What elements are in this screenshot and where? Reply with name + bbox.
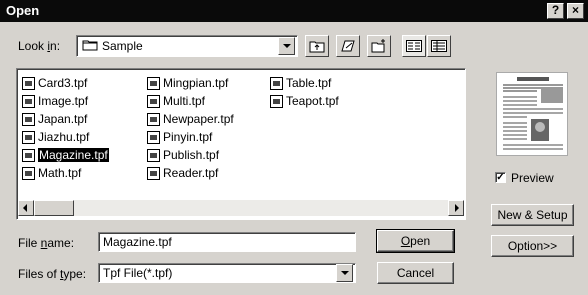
file-item[interactable]: Publish.tpf <box>147 147 219 163</box>
scroll-right-button[interactable] <box>448 200 464 216</box>
document-icon <box>147 94 160 108</box>
document-icon <box>22 130 35 144</box>
chevron-down-icon <box>341 271 349 275</box>
help-button[interactable]: ? <box>547 3 564 19</box>
file-item[interactable]: Image.tpf <box>22 93 88 109</box>
scroll-thumb[interactable] <box>34 200 74 216</box>
file-item[interactable]: Teapot.tpf <box>270 93 339 109</box>
details-view-icon <box>431 40 447 52</box>
look-in-value: Sample <box>102 39 143 53</box>
file-item[interactable]: Newpaper.tpf <box>147 111 234 127</box>
file-name-input[interactable]: Magazine.tpf <box>98 232 356 252</box>
open-button[interactable]: Open <box>376 229 455 253</box>
document-icon <box>147 148 160 162</box>
document-icon <box>270 76 283 90</box>
new-setup-button[interactable]: New & Setup <box>491 204 574 226</box>
file-type-select[interactable]: Tpf File(*.tpf) <box>98 263 356 283</box>
new-folder-button[interactable] <box>367 35 391 57</box>
file-type-label: Files of type: <box>18 267 87 281</box>
up-folder-button[interactable] <box>305 35 329 57</box>
document-icon <box>147 112 160 126</box>
list-view-button[interactable] <box>402 35 426 57</box>
scroll-left-button[interactable] <box>18 200 34 216</box>
favorites-button[interactable] <box>336 35 360 57</box>
list-view-icon <box>406 40 422 52</box>
file-item[interactable]: Jiazhu.tpf <box>22 129 89 145</box>
file-type-dropdown-button[interactable] <box>336 264 353 282</box>
options-button[interactable]: Option>> <box>491 235 574 257</box>
file-type-value: Tpf File(*.tpf) <box>103 266 173 280</box>
file-item[interactable]: Multi.tpf <box>147 93 205 109</box>
look-in-dropdown-button[interactable] <box>278 37 295 55</box>
magazine-preview-image <box>497 73 567 155</box>
favorites-icon <box>341 40 355 52</box>
document-icon <box>147 76 160 90</box>
close-button[interactable]: × <box>567 3 584 19</box>
details-view-button[interactable] <box>427 35 451 57</box>
document-icon <box>147 166 160 180</box>
preview-thumbnail <box>496 72 568 156</box>
file-item[interactable]: Mingpian.tpf <box>147 75 228 91</box>
new-folder-icon <box>371 39 385 53</box>
up-folder-icon <box>309 41 325 53</box>
file-list[interactable]: Card3.tpf Image.tpf Japan.tpf Jiazhu.tpf… <box>16 68 466 220</box>
look-in-label: Look in: <box>18 39 61 53</box>
file-item-selected[interactable]: Magazine.tpf <box>22 147 110 163</box>
look-in-combo[interactable]: Sample <box>76 35 298 57</box>
title-bar[interactable]: Open ? × <box>0 0 588 22</box>
document-icon <box>22 148 35 162</box>
document-icon <box>22 166 35 180</box>
file-item[interactable]: Reader.tpf <box>147 165 218 181</box>
preview-checkbox[interactable]: ✓ <box>495 172 506 183</box>
chevron-down-icon <box>283 44 291 48</box>
document-icon <box>270 94 283 108</box>
document-icon <box>147 130 160 144</box>
window-title: Open <box>6 3 40 18</box>
file-item[interactable]: Card3.tpf <box>22 75 87 91</box>
preview-label: Preview <box>511 171 554 185</box>
document-icon <box>22 76 35 90</box>
document-icon <box>22 112 35 126</box>
document-icon <box>22 94 35 108</box>
horizontal-scrollbar[interactable] <box>18 200 464 216</box>
cancel-button[interactable]: Cancel <box>377 262 454 284</box>
file-name-label: File name: <box>18 236 75 250</box>
file-item[interactable]: Table.tpf <box>270 75 331 91</box>
file-item[interactable]: Pinyin.tpf <box>147 129 212 145</box>
folder-icon <box>82 39 98 51</box>
arrow-left-icon <box>23 204 27 212</box>
arrow-right-icon <box>455 204 459 212</box>
file-item[interactable]: Japan.tpf <box>22 111 87 127</box>
file-item[interactable]: Math.tpf <box>22 165 81 181</box>
